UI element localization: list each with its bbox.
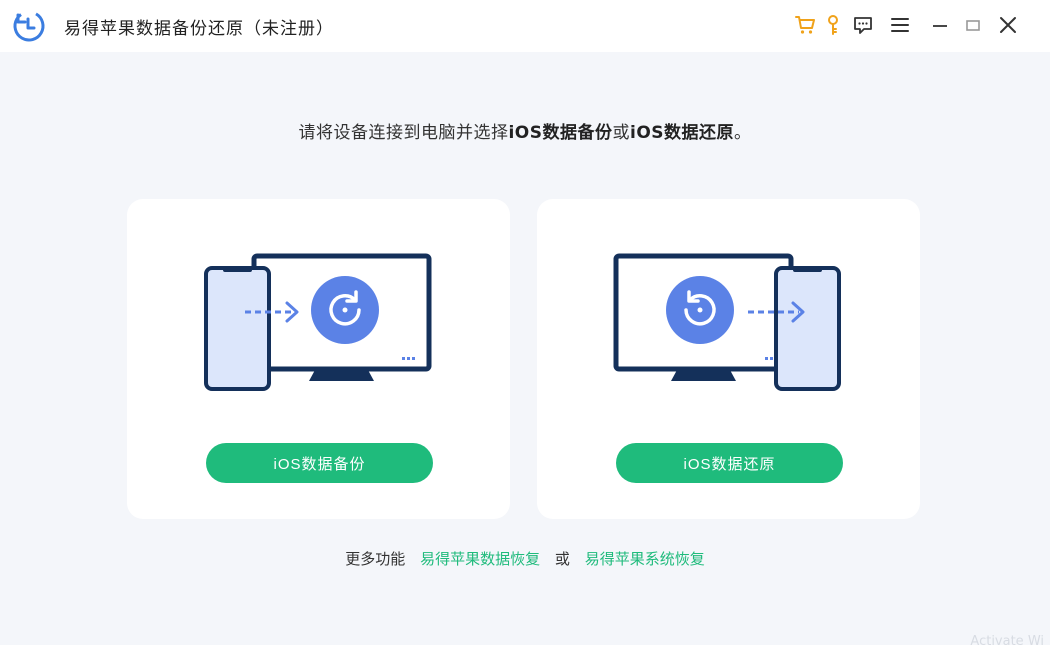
instruction-option-restore: iOS数据还原 [630,123,735,143]
close-icon [1000,17,1016,33]
sync-icon [311,276,379,344]
key-icon [828,15,838,35]
backup-illustration [204,253,432,391]
register-key-button[interactable] [820,12,846,38]
more-separator: 或 [554,550,570,568]
maximize-button[interactable] [960,12,986,38]
more-features-label: 更多功能 [345,550,406,568]
activate-windows-watermark: Activate Wi [970,634,1044,645]
cart-button[interactable] [792,12,818,38]
feedback-button[interactable] [850,12,876,38]
data-recovery-link[interactable]: 易得苹果数据恢复 [420,550,540,568]
app-logo-icon [13,10,45,42]
restore-icon [666,276,734,344]
menu-icon [891,18,909,32]
instruction-option-backup: iOS数据备份 [508,123,613,143]
instruction-text: 请将设备连接到电脑并选择iOS数据备份或iOS数据还原。 [0,118,1050,143]
instruction-suffix: 。 [734,123,752,143]
minimize-button[interactable] [927,12,953,38]
more-features: 更多功能 易得苹果数据恢复 或 易得苹果系统恢复 [0,548,1050,569]
instruction-middle: 或 [612,123,630,143]
minimize-icon [933,25,947,27]
app-title: 易得苹果数据备份还原（未注册） [64,19,334,39]
instruction-prefix: 请将设备连接到电脑并选择 [298,123,509,143]
restore-card[interactable]: iOS数据还原 [537,199,920,519]
system-recovery-link[interactable]: 易得苹果系统恢复 [585,550,705,568]
restore-button[interactable]: iOS数据还原 [616,443,843,483]
backup-card[interactable]: iOS数据备份 [127,199,510,519]
feedback-icon [854,17,872,34]
cart-icon [795,16,815,34]
title-bar: 易得苹果数据备份还原（未注册） [0,0,1050,52]
main-content: 请将设备连接到电脑并选择iOS数据备份或iOS数据还原。 iOS数据备份 iOS… [0,52,1050,645]
phone-icon [774,266,841,391]
restore-illustration [613,253,841,391]
phone-icon [204,266,271,391]
menu-button[interactable] [887,12,913,38]
close-button[interactable] [995,12,1021,38]
maximize-icon [966,20,980,31]
backup-button[interactable]: iOS数据备份 [206,443,433,483]
